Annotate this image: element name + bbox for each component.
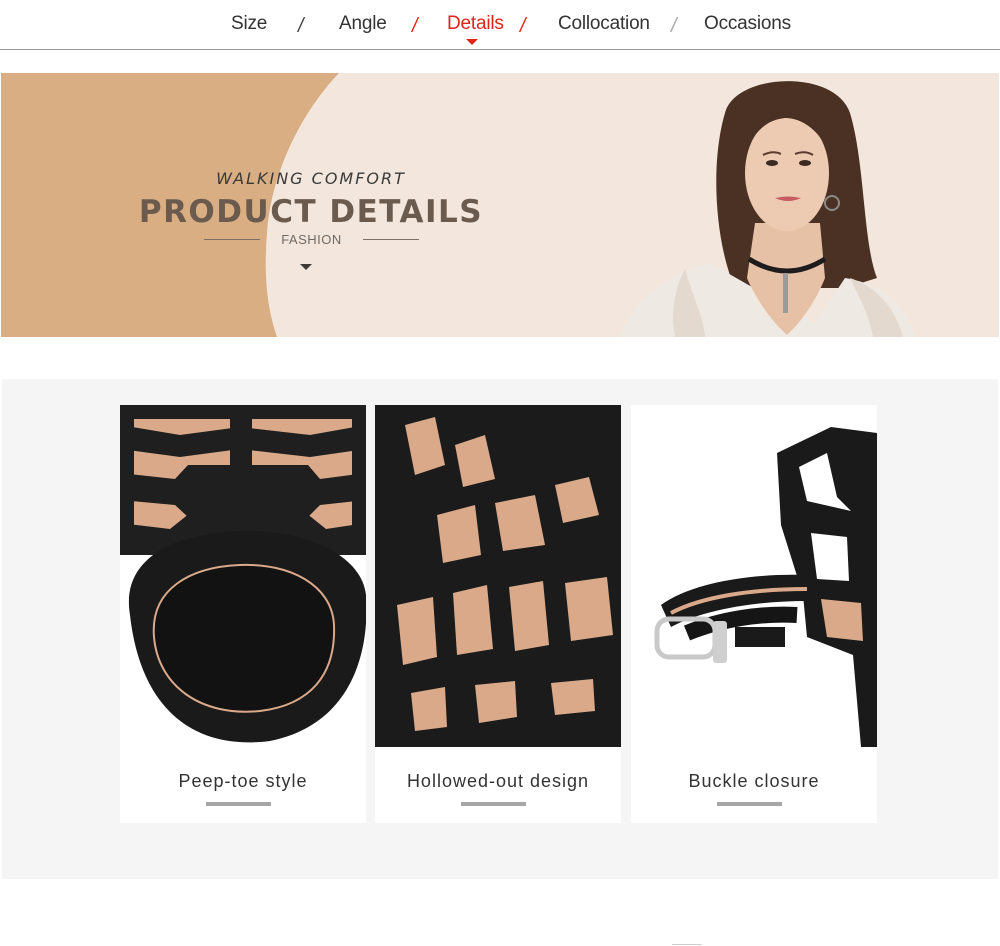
banner-subtitle: FASHION (281, 232, 342, 247)
divider-line (363, 239, 419, 240)
card-caption: Hollowed-out design (406, 771, 590, 791)
banner-title: PRODUCT DETAILS (138, 194, 484, 230)
detail-card: Buckle closure (631, 405, 877, 823)
details-gallery: Peep-toe style Hollowed-out design Buckl… (2, 379, 998, 879)
tab-collocation[interactable]: Collocation (558, 13, 650, 35)
tab-size[interactable]: Size (231, 13, 267, 35)
tab-separator: / (298, 15, 304, 37)
detail-card: Hollowed-out design (375, 405, 621, 823)
divider-line (672, 944, 702, 945)
detail-card: Peep-toe style (120, 405, 366, 823)
peep-toe-photo (120, 405, 366, 747)
buckle-photo (631, 405, 877, 747)
caption-underline (206, 802, 271, 806)
caption-underline (461, 802, 526, 806)
tab-details[interactable]: Details (447, 13, 504, 35)
divider-line (204, 239, 260, 240)
product-details-banner: WALKING COMFORT PRODUCT DETAILS FASHION (1, 73, 999, 337)
hollowed-out-photo (375, 405, 621, 747)
model-photo (620, 81, 915, 337)
tab-occasions[interactable]: Occasions (704, 13, 791, 35)
active-tab-caret-icon (466, 39, 478, 45)
section-tabs: Size / Angle / Details / Collocation / O… (0, 0, 1000, 50)
tab-separator: / (671, 15, 677, 37)
caption-underline (717, 802, 782, 806)
tab-separator: / (520, 15, 526, 37)
banner-kicker: WALKING COMFORT (216, 169, 406, 188)
tab-separator: / (412, 15, 418, 37)
tab-angle[interactable]: Angle (339, 13, 387, 35)
card-caption: Peep-toe style (178, 771, 308, 791)
caret-down-icon (300, 264, 312, 270)
card-caption: Buckle closure (688, 771, 820, 791)
